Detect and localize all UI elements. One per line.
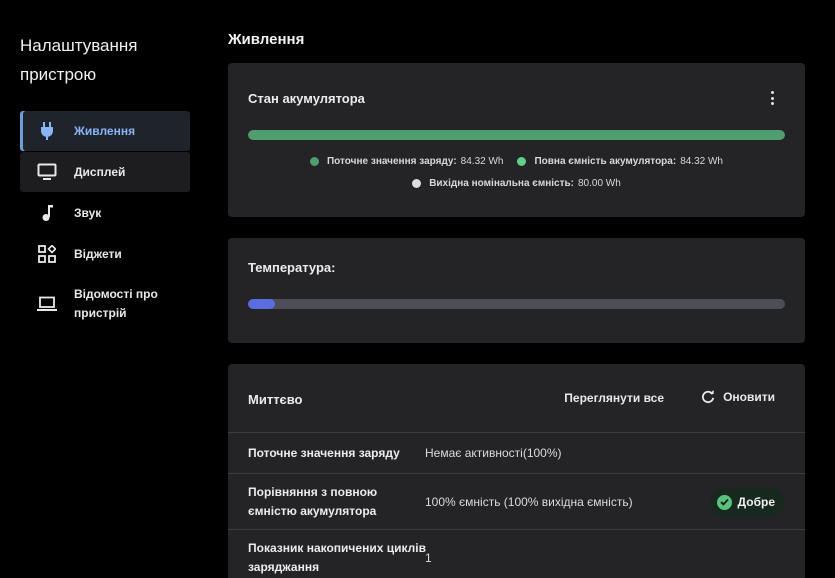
legend-full-capacity: Повна ємність акумулятора: 84.32 Wh — [517, 156, 723, 167]
view-all-label: Переглянути все — [564, 391, 664, 405]
refresh-icon — [701, 390, 715, 404]
legend-value: 80.00 Wh — [577, 178, 621, 189]
view-all-button[interactable]: Переглянути все — [564, 391, 664, 405]
legend-label: Повна ємність акумулятора: — [534, 156, 677, 167]
row-value: 1 — [425, 551, 432, 565]
row-key: Показник накопичених циклів заряджання — [248, 541, 426, 574]
temperature-card: Температура: — [228, 238, 805, 343]
instant-card: Миттєво Переглянути все Оновити Поточне … — [228, 364, 805, 578]
legend-dot — [309, 157, 319, 166]
sidebar-title: Налаштування пристрою — [20, 36, 138, 84]
music-note-icon — [20, 204, 74, 222]
refresh-button[interactable]: Оновити — [701, 390, 775, 404]
refresh-label: Оновити — [723, 390, 775, 404]
instant-card-title: Миттєво — [248, 392, 303, 407]
temperature-card-title: Температура: — [248, 260, 336, 275]
row-value: Немає активності(100%) — [425, 446, 562, 460]
battery-card-title: Стан акумулятора — [248, 91, 365, 106]
battery-level-bar — [248, 130, 785, 140]
laptop-icon — [20, 296, 74, 312]
legend-design-capacity: Вихідна номінальна ємність: 80.00 Wh — [412, 178, 621, 189]
sidebar-item-label: Звук — [74, 205, 102, 220]
sidebar-item-label: Відомості про пристрій — [74, 287, 158, 320]
page-title: Живлення — [228, 31, 305, 48]
legend-value: 84.32 Wh — [460, 156, 504, 167]
table-row: Поточне значення заряду Немає активності… — [228, 432, 805, 473]
sidebar-item-label: Дисплей — [74, 164, 126, 179]
sidebar-item-device-info[interactable]: Відомості про пристрій — [20, 282, 190, 326]
legend-dot — [517, 157, 527, 166]
widgets-icon — [20, 245, 74, 263]
sidebar-item-label: Віджети — [74, 246, 122, 261]
status-badge-label: Добре — [737, 495, 775, 509]
status-badge: Добре — [709, 488, 785, 516]
row-value: 100% ємність (100% вихідна ємність) — [425, 495, 633, 509]
more-vert-icon[interactable] — [767, 91, 777, 105]
temperature-fill — [248, 299, 275, 309]
row-key: Поточне значення заряду — [248, 446, 400, 460]
sidebar: Налаштування пристрою Живлення Дисплей З… — [0, 0, 205, 578]
battery-level-fill — [248, 130, 785, 140]
sidebar-item-sound[interactable]: Звук — [20, 193, 190, 233]
battery-legend-row-2: Вихідна номінальна ємність: 80.00 Wh — [248, 178, 785, 189]
table-row: Показник накопичених циклів заряджання 1 — [228, 529, 805, 578]
sidebar-item-display[interactable]: Дисплей — [20, 152, 190, 192]
power-plug-icon — [20, 122, 74, 140]
table-row: Порівняння з повною ємністю акумулятора … — [228, 473, 805, 529]
monitor-icon — [20, 163, 74, 181]
legend-current-charge: Поточне значення заряду: 84.32 Wh — [309, 156, 504, 167]
battery-card: Стан акумулятора Поточне значення заряду… — [228, 63, 805, 217]
check-circle-icon — [716, 494, 732, 510]
temperature-bar — [248, 299, 785, 309]
sidebar-item-label: Живлення — [74, 123, 136, 138]
sidebar-item-power[interactable]: Живлення — [20, 111, 190, 151]
legend-label: Вихідна номінальна ємність: — [429, 178, 574, 189]
row-key: Порівняння з повною ємністю акумулятора — [248, 485, 378, 518]
legend-dot — [412, 179, 422, 188]
legend-value: 84.32 Wh — [680, 156, 723, 167]
battery-legend-row-1: Поточне значення заряду: 84.32 Wh Повна … — [248, 156, 785, 167]
legend-label: Поточне значення заряду: — [326, 156, 457, 167]
sidebar-item-widgets[interactable]: Віджети — [20, 234, 190, 274]
